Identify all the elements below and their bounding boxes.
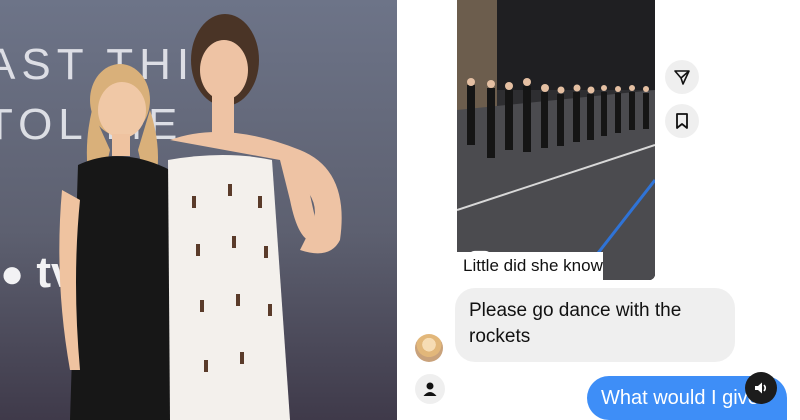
profile-button[interactable] (415, 374, 445, 404)
sender-avatar[interactable] (415, 334, 443, 362)
reel-video-preview[interactable] (457, 0, 655, 280)
reel-caption: Little did she know (457, 252, 603, 280)
incoming-message-bubble[interactable]: Please go dance with the rockets (455, 288, 735, 362)
bookmark-icon (676, 113, 688, 129)
paper-plane-icon (674, 70, 690, 85)
person-icon (423, 382, 437, 396)
mute-toggle-button[interactable] (745, 372, 777, 404)
event-photo: AST THIN TOL ME ● tv (0, 0, 397, 420)
share-button[interactable] (665, 60, 699, 94)
chat-thread: Little did she know Please go dance with… (397, 0, 800, 420)
save-button[interactable] (665, 104, 699, 138)
speaker-icon (755, 382, 767, 394)
reel-video-frame (457, 0, 655, 280)
people-illustration (59, 14, 342, 420)
